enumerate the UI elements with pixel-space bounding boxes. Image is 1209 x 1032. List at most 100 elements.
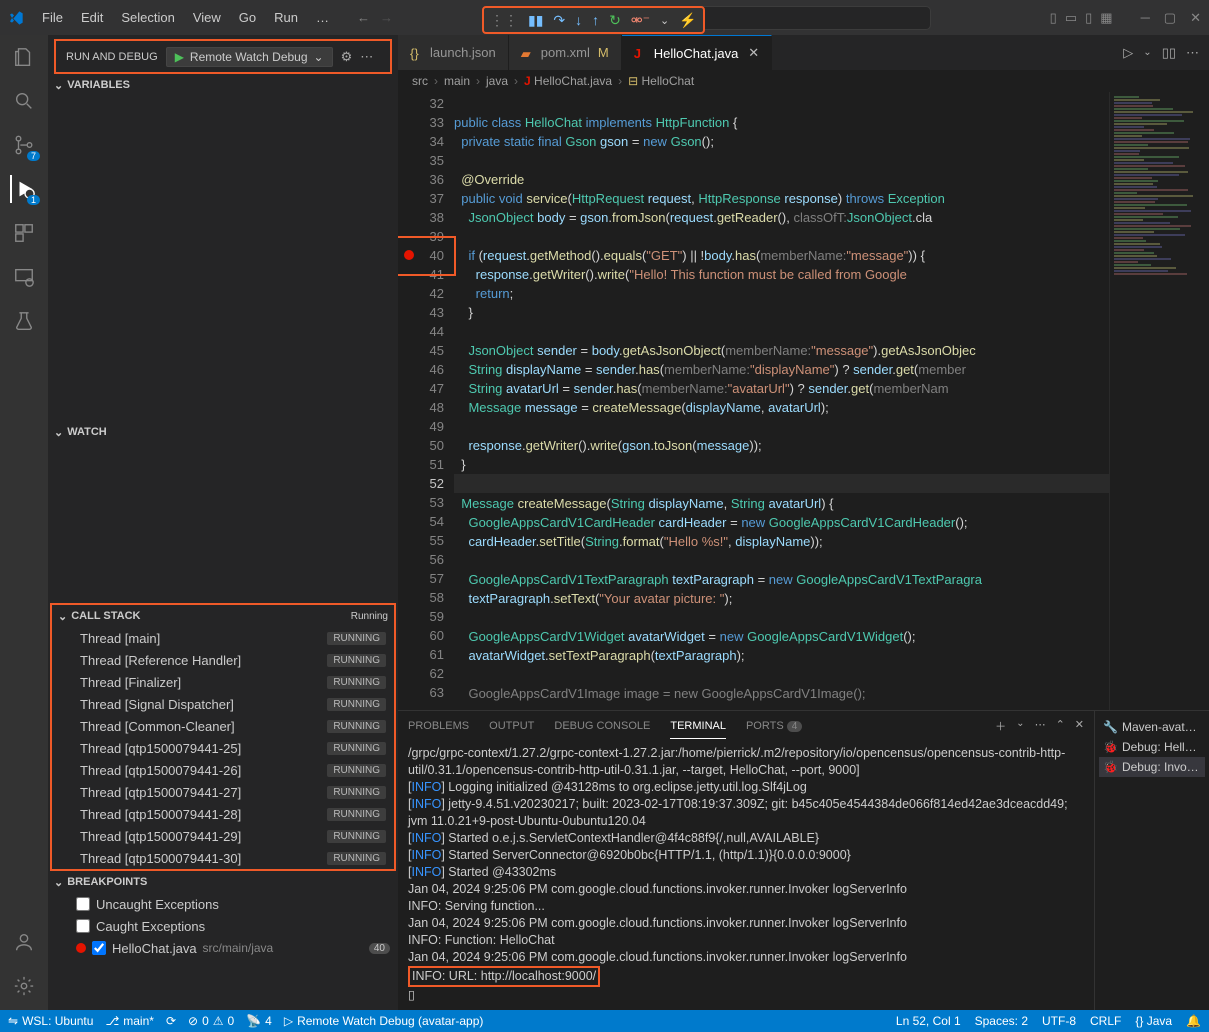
close-icon[interactable]: ✕ (1190, 10, 1201, 26)
breakpoint-row[interactable]: Caught Exceptions (48, 915, 398, 937)
breakpoint-checkbox[interactable] (92, 941, 106, 955)
layout-left-icon[interactable]: ▯ (1050, 10, 1057, 26)
menu-selection[interactable]: Selection (113, 6, 182, 29)
chevron-down-icon[interactable]: ⌄ (1143, 47, 1151, 58)
terminal-list-item[interactable]: 🐞Debug: Invo… (1099, 757, 1205, 777)
thread-row[interactable]: Thread [main]RUNNING (52, 627, 394, 649)
callstack-section-header[interactable]: ⌄ CALL STACK Running (52, 605, 394, 627)
close-tab-icon[interactable]: ✕ (748, 45, 759, 61)
language-mode[interactable]: {} Java (1135, 1014, 1172, 1028)
eol[interactable]: CRLF (1090, 1014, 1121, 1028)
thread-row[interactable]: Thread [Signal Dispatcher]RUNNING (52, 693, 394, 715)
thread-row[interactable]: Thread [qtp1500079441-27]RUNNING (52, 781, 394, 803)
breadcrumb-item[interactable]: main (444, 74, 470, 88)
code-content[interactable]: public class HelloChat implements HttpFu… (454, 92, 1109, 710)
gear-icon[interactable]: ⚙ (341, 49, 353, 65)
panel-tab-terminal[interactable]: TERMINAL (670, 714, 726, 739)
minimize-icon[interactable]: ─ (1141, 10, 1150, 26)
remote-explorer-icon[interactable] (10, 263, 38, 291)
more-icon[interactable]: ⋯ (360, 49, 373, 65)
encoding[interactable]: UTF-8 (1042, 1014, 1076, 1028)
breakpoint-dot-icon[interactable] (404, 250, 414, 260)
line-gutter[interactable]: 3233343536373839404142434445464748495051… (398, 92, 454, 710)
drag-handle-icon[interactable]: ⋮⋮ (490, 12, 518, 29)
sync-button[interactable]: ⟳ (166, 1014, 176, 1028)
settings-gear-icon[interactable] (10, 972, 38, 1000)
disconnect-icon[interactable]: ⚮⁻ (631, 12, 650, 29)
panel-tab-ports[interactable]: PORTS 4 (746, 714, 802, 738)
close-panel-icon[interactable]: ✕ (1075, 718, 1084, 734)
git-branch[interactable]: ⎇main* (105, 1014, 154, 1028)
step-into-icon[interactable]: ↓ (575, 12, 582, 28)
indentation[interactable]: Spaces: 2 (975, 1014, 1028, 1028)
variables-section-header[interactable]: ⌄ VARIABLES (48, 74, 398, 96)
more-icon[interactable]: ⋯ (1035, 718, 1046, 734)
search-activity-icon[interactable] (10, 87, 38, 115)
menu-view[interactable]: View (185, 6, 229, 29)
thread-row[interactable]: Thread [qtp1500079441-26]RUNNING (52, 759, 394, 781)
more-icon[interactable]: ⋯ (1186, 45, 1199, 61)
breakpoint-checkbox[interactable] (76, 897, 90, 911)
terminal-list-item[interactable]: 🐞Debug: Hell… (1099, 737, 1205, 757)
breadcrumb-item[interactable]: J HelloChat.java (524, 74, 612, 88)
forward-icon[interactable]: → (380, 10, 393, 25)
new-terminal-icon[interactable]: ＋ (995, 718, 1006, 734)
file-breakpoint-row[interactable]: HelloChat.javasrc/main/java40 (48, 937, 398, 959)
maximize-panel-icon[interactable]: ⌃ (1056, 718, 1065, 734)
editor-tab[interactable]: ▰pom.xmlM (509, 35, 622, 70)
split-editor-icon[interactable]: ▯▯ (1162, 45, 1176, 61)
layout-right-icon[interactable]: ▯ (1085, 10, 1092, 26)
menu-file[interactable]: File (34, 6, 71, 29)
breakpoints-section-header[interactable]: ⌄ BREAKPOINTS (48, 871, 398, 893)
editor-tab[interactable]: JHelloChat.java✕ (622, 35, 772, 70)
remote-indicator[interactable]: ⇋WSL: Ubuntu (8, 1014, 93, 1028)
thread-row[interactable]: Thread [Common-Cleaner]RUNNING (52, 715, 394, 737)
thread-row[interactable]: Thread [Finalizer]RUNNING (52, 671, 394, 693)
ports-status[interactable]: 📡4 (246, 1014, 272, 1028)
breadcrumb-item[interactable]: src (412, 74, 428, 88)
panel-tab-problems[interactable]: PROBLEMS (408, 714, 469, 738)
breakpoint-row[interactable]: Uncaught Exceptions (48, 893, 398, 915)
pause-icon[interactable]: ▮▮ (528, 12, 543, 29)
chevron-down-icon[interactable]: ⌄ (660, 14, 669, 27)
chevron-down-icon[interactable]: ⌄ (1016, 718, 1024, 734)
breakpoint-checkbox[interactable] (76, 919, 90, 933)
panel-tab-debug-console[interactable]: DEBUG CONSOLE (554, 714, 650, 738)
account-icon[interactable] (10, 928, 38, 956)
thread-row[interactable]: Thread [qtp1500079441-29]RUNNING (52, 825, 394, 847)
breadcrumb-item[interactable]: ⊟ HelloChat (628, 74, 694, 88)
terminal-list-item[interactable]: 🔧Maven-avat… (1099, 717, 1205, 737)
hot-reload-icon[interactable]: ⚡ (679, 12, 696, 29)
testing-icon[interactable] (10, 307, 38, 335)
debug-config-dropdown[interactable]: ▶ Remote Watch Debug ⌄ (166, 47, 333, 67)
extensions-icon[interactable] (10, 219, 38, 247)
breadcrumbs[interactable]: src›main›java›J HelloChat.java›⊟ HelloCh… (398, 70, 1209, 92)
terminal-output[interactable]: /grpc/grpc-context/1.27.2/grpc-context-1… (398, 741, 1094, 1010)
notifications-icon[interactable]: 🔔 (1186, 1014, 1201, 1028)
minimap[interactable] (1109, 92, 1209, 710)
thread-row[interactable]: Thread [qtp1500079441-28]RUNNING (52, 803, 394, 825)
panel-tab-output[interactable]: OUTPUT (489, 714, 534, 738)
menu-run[interactable]: Run (266, 6, 306, 29)
run-debug-icon[interactable]: 1 (10, 175, 38, 203)
maximize-icon[interactable]: ▢ (1164, 10, 1176, 26)
run-icon[interactable]: ▷ (1123, 45, 1133, 61)
step-over-icon[interactable]: ↷ (553, 12, 565, 29)
thread-row[interactable]: Thread [Reference Handler]RUNNING (52, 649, 394, 671)
thread-row[interactable]: Thread [qtp1500079441-25]RUNNING (52, 737, 394, 759)
layout-customize-icon[interactable]: ▦ (1100, 10, 1112, 26)
cursor-position[interactable]: Ln 52, Col 1 (896, 1014, 961, 1028)
thread-row[interactable]: Thread [qtp1500079441-30]RUNNING (52, 847, 394, 869)
restart-icon[interactable]: ↻ (609, 12, 621, 29)
source-control-icon[interactable]: 7 (10, 131, 38, 159)
menu-go[interactable]: Go (231, 6, 264, 29)
problems-status[interactable]: ⊘0 ⚠0 (188, 1014, 234, 1028)
menu-…[interactable]: … (308, 6, 337, 29)
watch-section-header[interactable]: ⌄ WATCH (48, 421, 398, 443)
back-icon[interactable]: ← (357, 10, 370, 25)
explorer-icon[interactable] (10, 43, 38, 71)
debug-status[interactable]: ▷Remote Watch Debug (avatar-app) (284, 1014, 484, 1028)
editor-tab[interactable]: {}launch.json (398, 35, 509, 70)
menu-edit[interactable]: Edit (73, 6, 111, 29)
layout-bottom-icon[interactable]: ▭ (1065, 10, 1077, 26)
